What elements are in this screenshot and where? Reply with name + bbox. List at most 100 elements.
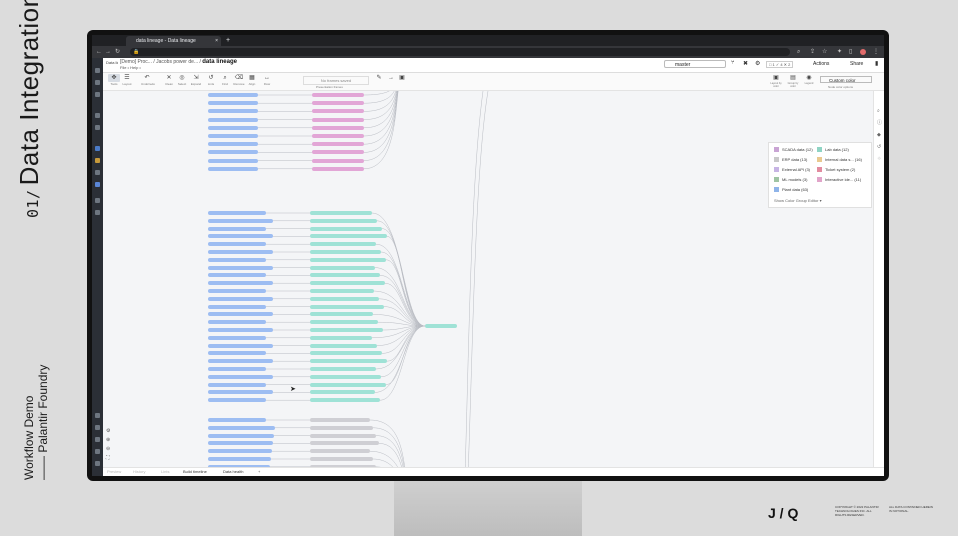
zoom-in-icon[interactable]: ⊕ <box>106 437 112 443</box>
dataset-node[interactable] <box>208 150 258 155</box>
branch-icon[interactable]: ⑂ <box>731 60 735 66</box>
forward-icon[interactable]: → <box>105 46 111 58</box>
toolbar-button-undo-redo[interactable]: ↶ Undo/redo <box>141 74 155 87</box>
dataset-node[interactable] <box>310 226 382 231</box>
toolbar-button-tools[interactable]: ✥ Tools <box>108 74 120 87</box>
new-tab-button[interactable]: + <box>226 35 230 46</box>
search-panel-icon[interactable]: ⌕ <box>877 109 882 114</box>
settings-small-icon[interactable]: ⚙ <box>106 428 112 434</box>
branch-selector[interactable]: master <box>664 60 726 68</box>
dataset-node[interactable] <box>310 218 377 223</box>
dataset-node[interactable] <box>312 142 364 147</box>
dataset-node[interactable] <box>310 367 376 371</box>
dataset-node[interactable] <box>310 418 370 422</box>
dataset-node[interactable] <box>208 101 258 106</box>
dataset-node[interactable] <box>310 328 383 332</box>
dataset-node[interactable] <box>310 250 381 254</box>
legend-item[interactable]: Plant data (63) <box>774 187 808 194</box>
dataset-node[interactable] <box>208 343 273 348</box>
legend-item[interactable]: Internal data s... (16) <box>817 157 862 164</box>
dataset-node[interactable] <box>310 281 385 286</box>
dataset-node[interactable] <box>312 117 364 122</box>
dataset-node[interactable] <box>208 359 273 364</box>
dataset-node[interactable] <box>208 382 266 387</box>
dataset-node[interactable] <box>208 117 258 122</box>
toolbar-button-lints[interactable]: ↺ Lints <box>205 74 217 87</box>
dataset-node[interactable] <box>310 457 373 461</box>
legend-item[interactable]: Ticket system (2) <box>817 167 855 174</box>
zoom-out-icon[interactable]: ⊖ <box>106 446 112 452</box>
dataset-node[interactable] <box>208 449 272 454</box>
extensions-icon[interactable]: ✦ <box>837 46 842 58</box>
tools-icon[interactable]: ✖ <box>743 60 748 67</box>
app-icon-4[interactable] <box>95 182 100 187</box>
dataset-node[interactable] <box>208 328 273 332</box>
toolbar-button-layout-by-color[interactable]: ▣ Layout by color <box>770 74 782 88</box>
info-icon[interactable]: ⓘ <box>877 121 882 126</box>
dataset-node[interactable] <box>310 312 373 317</box>
dataset-node[interactable] <box>208 125 258 130</box>
dataset-node[interactable] <box>310 390 375 395</box>
toolbar-button-clean[interactable]: ✕ Clean <box>163 74 175 87</box>
toolbar-button-legend[interactable]: ◉ Legend <box>803 74 815 85</box>
browser-tab[interactable]: data lineage - Data lineage × <box>126 36 221 46</box>
star-icon[interactable]: ☆ <box>822 46 827 58</box>
dataset-node[interactable] <box>310 374 381 379</box>
notifications-icon[interactable] <box>95 425 100 430</box>
dataset-node[interactable] <box>312 93 364 97</box>
dataset-node[interactable] <box>208 289 266 293</box>
legend-item[interactable]: External API (3) <box>774 167 810 174</box>
dataset-node[interactable] <box>310 441 379 446</box>
frames-select[interactable]: No frames saved <box>303 76 369 85</box>
history-icon[interactable]: ↺ <box>877 145 882 150</box>
dataset-node[interactable] <box>310 449 370 454</box>
legend-item[interactable]: SCADA data (12) <box>774 147 813 154</box>
dataset-node[interactable] <box>208 211 266 215</box>
dataset-node[interactable] <box>208 226 266 231</box>
toolbar-button-layout[interactable]: ☰ Layout <box>121 74 133 87</box>
dataset-node[interactable] <box>310 398 380 403</box>
dataset-node[interactable] <box>208 320 266 325</box>
tab-close-icon[interactable]: × <box>215 36 218 46</box>
dataset-node[interactable] <box>208 142 258 147</box>
color-group-editor-link[interactable]: Show Color Group Editor ▾ <box>774 198 822 203</box>
checks-status[interactable]: □ 1 ✓ 4 ✕ 2 <box>766 61 794 68</box>
back-icon[interactable]: ← <box>96 46 102 58</box>
dataset-node[interactable] <box>208 257 266 262</box>
dataset-node[interactable] <box>208 367 266 371</box>
dataset-node[interactable] <box>208 273 266 278</box>
reload-icon[interactable]: ↻ <box>115 46 120 58</box>
account-icon[interactable] <box>95 449 100 454</box>
dataset-node[interactable] <box>425 324 457 328</box>
legend-item[interactable]: Lab data (12) <box>817 147 849 154</box>
toolbar-button-flow[interactable]: ↔ Flow <box>261 74 273 87</box>
dataset-node[interactable] <box>310 273 380 278</box>
bottom-tab-history[interactable]: History <box>133 469 145 475</box>
collapse-icon[interactable] <box>95 461 100 466</box>
dataset-node[interactable] <box>310 351 382 356</box>
dataset-node[interactable] <box>312 158 364 163</box>
search-rail-icon[interactable] <box>95 80 100 85</box>
address-bar[interactable]: 🔒 <box>130 48 790 56</box>
bottom-tab-lints[interactable]: Lints <box>161 469 169 475</box>
edit-frame-icon[interactable]: ✎ <box>373 74 385 82</box>
dataset-node[interactable] <box>208 265 273 270</box>
add-tab-icon[interactable]: + <box>258 469 260 475</box>
bottom-tab-build-timeline[interactable]: Build timeline <box>183 469 207 475</box>
gear-icon[interactable]: ⚙ <box>755 60 760 67</box>
legend-item[interactable]: ERP data (13) <box>774 157 807 164</box>
files-icon[interactable] <box>95 92 100 97</box>
legend-item[interactable]: ML models (3) <box>774 177 807 184</box>
dataset-node[interactable] <box>310 257 386 262</box>
dataset-node[interactable] <box>208 457 271 461</box>
fit-icon[interactable]: ⛶ <box>106 455 112 461</box>
panel-icon[interactable]: ▮ <box>875 60 878 67</box>
dataset-node[interactable] <box>208 281 273 286</box>
dataset-node[interactable] <box>208 351 266 356</box>
dataset-node[interactable] <box>208 441 273 446</box>
dataset-node[interactable] <box>208 158 258 163</box>
actions-button[interactable]: Actions <box>813 61 829 67</box>
dataset-node[interactable] <box>310 289 374 293</box>
bottom-tab-data-health[interactable]: Data health <box>223 469 243 475</box>
nodes-icon[interactable]: ⁘ <box>877 157 882 162</box>
